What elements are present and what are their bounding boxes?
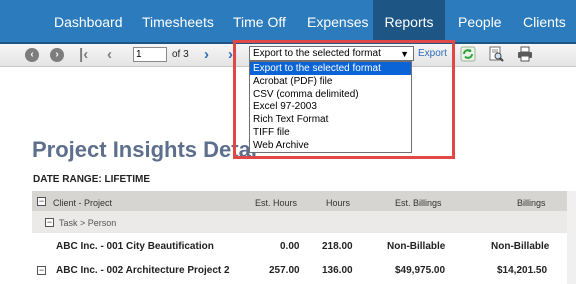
main-nav: Dashboard Timesheets Time Off Expenses R… bbox=[0, 0, 576, 42]
nav-clients[interactable]: Clients bbox=[523, 0, 566, 42]
col-billings: Billings bbox=[517, 198, 546, 208]
export-format-select-value: Export to the selected format bbox=[253, 48, 381, 59]
refresh-icon[interactable] bbox=[460, 46, 476, 62]
export-option[interactable]: Excel 97-2003 bbox=[250, 100, 411, 113]
row-est-hours: 257.00 bbox=[269, 265, 300, 276]
row-billings: $14,201.50 bbox=[497, 265, 548, 276]
nav-dashboard[interactable]: Dashboard bbox=[54, 0, 123, 42]
nav-expenses[interactable]: Expenses bbox=[307, 0, 368, 42]
page-count-label: of 3 bbox=[172, 49, 189, 60]
back-icon[interactable]: ‹ bbox=[25, 48, 39, 62]
row-hours: 218.00 bbox=[322, 241, 353, 252]
col-est-hours: Est. Hours bbox=[255, 198, 298, 208]
page-number-input[interactable] bbox=[133, 47, 167, 62]
export-format-select[interactable]: Export to the selected format ▼ bbox=[249, 46, 414, 61]
row-client-project[interactable]: ABC Inc. - 002 Architecture Project 2 bbox=[56, 265, 230, 276]
export-link[interactable]: Export bbox=[418, 48, 447, 59]
print-preview-icon[interactable] bbox=[488, 46, 504, 62]
nav-timesheets[interactable]: Timesheets bbox=[142, 0, 214, 42]
next-page-icon[interactable]: › bbox=[204, 46, 209, 64]
report-title: Project Insights Detai bbox=[32, 137, 257, 162]
row-est-billings: Non-Billable bbox=[387, 241, 446, 252]
chevron-down-icon: ▼ bbox=[400, 49, 409, 59]
date-range-label: DATE RANGE: LIFETIME bbox=[33, 174, 151, 185]
expand-row-icon[interactable]: − bbox=[37, 266, 46, 275]
vertical-scrollbar[interactable] bbox=[567, 191, 576, 284]
nav-time-off[interactable]: Time Off bbox=[233, 0, 286, 42]
last-page-icon[interactable]: ›| bbox=[228, 46, 237, 64]
col-est-billings: Est. Billings bbox=[395, 198, 442, 208]
previous-page-icon[interactable]: ‹ bbox=[107, 46, 112, 64]
forward-icon[interactable]: › bbox=[50, 48, 64, 62]
nav-people[interactable]: People bbox=[458, 0, 502, 42]
export-option[interactable]: Acrobat (PDF) file bbox=[250, 75, 411, 88]
first-page-icon[interactable]: |‹ bbox=[79, 46, 88, 64]
row-hours: 136.00 bbox=[322, 265, 353, 276]
export-option[interactable]: CSV (comma delimited) bbox=[250, 88, 411, 101]
collapse-all-icon[interactable]: − bbox=[37, 197, 46, 206]
table-header bbox=[32, 191, 576, 211]
row-est-hours: 0.00 bbox=[280, 241, 300, 252]
print-icon[interactable] bbox=[517, 46, 533, 62]
nav-reports[interactable]: Reports bbox=[373, 0, 445, 42]
export-option[interactable]: Export to the selected format bbox=[250, 62, 411, 75]
collapse-group-icon[interactable]: − bbox=[45, 218, 54, 227]
export-option[interactable]: TIFF file bbox=[250, 126, 411, 139]
export-option[interactable]: Web Archive bbox=[250, 139, 411, 152]
group-header-label: Task > Person bbox=[59, 218, 117, 228]
export-format-dropdown: Export to the selected format Acrobat (P… bbox=[249, 61, 412, 153]
col-client-project: Client - Project bbox=[53, 198, 113, 208]
export-option[interactable]: Rich Text Format bbox=[250, 113, 411, 126]
row-billings: Non-Billable bbox=[491, 241, 550, 252]
col-hours: Hours bbox=[326, 198, 351, 208]
row-client-project: ABC Inc. - 001 City Beautification bbox=[56, 241, 214, 252]
row-est-billings: $49,975.00 bbox=[395, 265, 446, 276]
